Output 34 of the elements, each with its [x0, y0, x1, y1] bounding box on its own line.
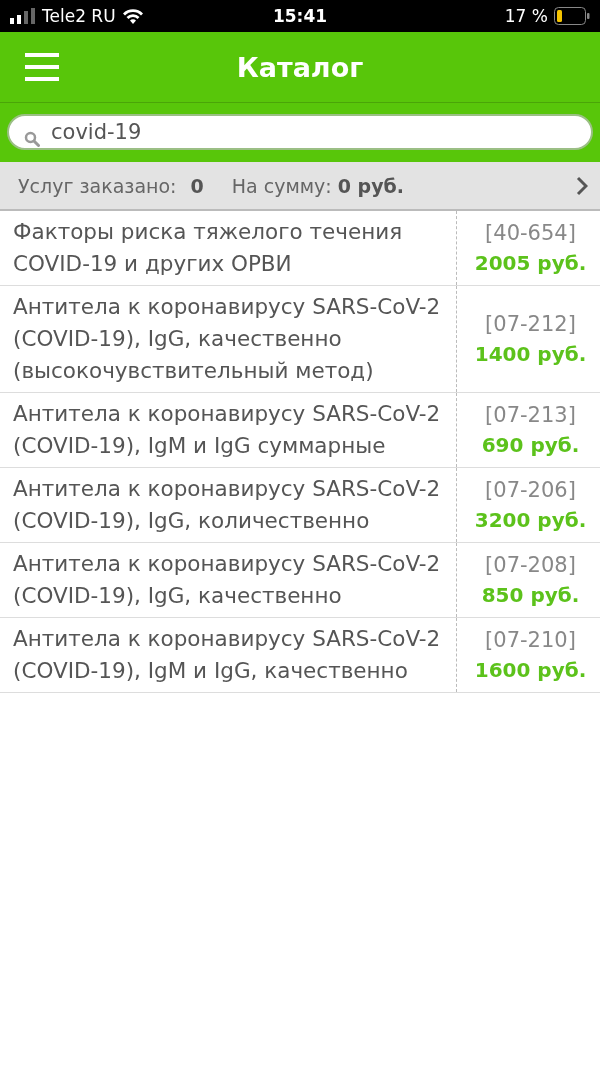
service-name[interactable]: Антитела к коронавирусу SARS-CoV-2 (COVID-19), IgG, количественно: [0, 468, 457, 542]
order-summary-bar[interactable]: Услуг заказано: 0 На сумму: 0 руб.: [0, 162, 600, 211]
service-price: 3200 руб.: [474, 507, 587, 534]
service-price: 850 руб.: [481, 582, 580, 609]
service-price: 2005 руб.: [474, 250, 587, 277]
sum-value: 0 руб.: [337, 174, 405, 197]
service-code: [07-213]: [485, 402, 576, 429]
service-name[interactable]: Антитела к коронавирусу SARS-CoV-2 (COVID-19), IgM и IgG суммарные: [0, 393, 457, 467]
service-code: [07-212]: [485, 311, 576, 338]
ordered-count: 0: [190, 174, 204, 197]
page-title: Каталог: [235, 51, 365, 83]
service-code: [07-206]: [485, 477, 576, 504]
ordered-label: Услуг заказано:: [18, 174, 177, 197]
service-price: 1400 руб.: [474, 341, 587, 368]
service-code: [07-210]: [485, 627, 576, 654]
carrier-name: Tele2 RU: [42, 6, 116, 26]
search-icon: [24, 131, 40, 147]
service-name[interactable]: Антитела к коронавирусу SARS-CoV-2 (COVID-19), IgG, качественно: [0, 543, 457, 617]
service-name[interactable]: Антитела к коронавирусу SARS-CoV-2 (COVID-19), IgG, качественно (высокочувствительный метод): [0, 286, 457, 392]
battery-percent: 17 %: [504, 6, 548, 26]
service-name[interactable]: Факторы риска тяжелого течения COVID-19 и других ОРВИ: [0, 211, 457, 285]
sum-label: На сумму:: [231, 174, 332, 197]
service-code: [07-208]: [485, 552, 576, 579]
battery-icon: [554, 7, 590, 25]
service-code: [40-654]: [485, 220, 576, 247]
chevron-right-icon: [576, 175, 588, 196]
service-price: 690 руб.: [481, 432, 580, 459]
signal-icon: [10, 8, 36, 24]
wifi-icon: [121, 8, 144, 24]
service-name[interactable]: Антитела к коронавирусу SARS-CoV-2 (COVID-19), IgM и IgG, качественно: [0, 618, 457, 692]
search-field[interactable]: covid-19: [7, 114, 593, 150]
status-time: 15:41: [272, 6, 328, 26]
service-price: 1600 руб.: [474, 657, 587, 684]
menu-button[interactable]: [25, 53, 59, 81]
